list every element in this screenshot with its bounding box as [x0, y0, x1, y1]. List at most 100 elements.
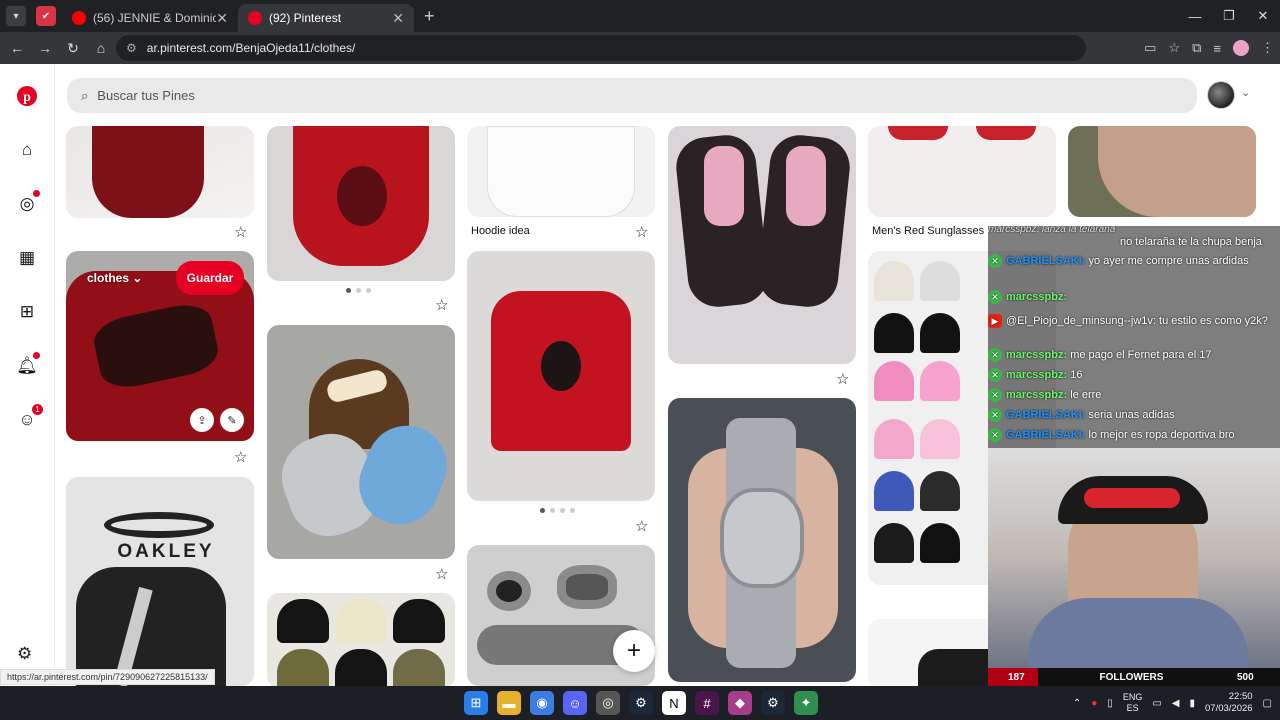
save-star-icon[interactable]: ☆ — [435, 565, 448, 583]
messages-icon[interactable]: ☺ 1 — [17, 404, 43, 430]
youtube-badge-icon: ▶ — [988, 314, 1002, 328]
tab-title: (56) JENNIE & Dominic Fike - Li — [93, 11, 217, 25]
followers-current: 187 — [988, 668, 1038, 686]
start-windows-icon[interactable]: ⊞ — [464, 691, 488, 715]
youtube-favicon-icon — [72, 11, 86, 25]
tab-youtube[interactable]: (56) JENNIE & Dominic Fike - Li ✕ — [62, 4, 238, 32]
chevron-down-icon[interactable]: ⌄ — [1241, 86, 1250, 99]
windows-taskbar: ⊞ ▬ ◉ ☺ ◎ ⚙ N # ◆ ⚙ ✦ ⌃ ● ▯ ENG ES ▭ ◀ ▮ … — [0, 686, 1280, 720]
browser-tab-strip: ▾ ✔ (56) JENNIE & Dominic Fike - Li ✕ (9… — [0, 0, 1280, 32]
followers-goal: 500 — [1237, 671, 1254, 683]
tray-app-icon[interactable]: ▯ — [1107, 698, 1113, 709]
new-tab-button[interactable]: + — [424, 6, 435, 27]
pin-image-print-beanies[interactable] — [267, 593, 455, 686]
mod-badge-icon: ✕ — [988, 254, 1002, 268]
extension-shield-icon[interactable]: ✔ — [36, 6, 56, 26]
steam-icon[interactable]: ⚙ — [629, 691, 653, 715]
save-button[interactable]: Guardar — [176, 261, 244, 295]
chat-reply-context: marcsspbz: lanza la telaraña — [988, 226, 1116, 235]
mod-badge-icon: ✕ — [988, 428, 1002, 442]
pin-image-oakley-jacket[interactable]: OAKLEY — [66, 477, 254, 686]
pin-image-red-sweater-spider[interactable] — [267, 126, 455, 281]
search-input[interactable]: ⌕ Buscar tus Pines — [67, 78, 1197, 113]
volume-icon[interactable]: ◀ — [1172, 698, 1180, 709]
explore-compass-icon[interactable]: ◎ — [17, 190, 40, 214]
create-icon[interactable]: ⊞ — [17, 302, 37, 322]
profile-avatar[interactable] — [1233, 40, 1249, 56]
add-pin-button[interactable]: + — [613, 630, 655, 672]
file-explorer-icon[interactable]: ▬ — [497, 691, 521, 715]
chat-reply-text: no telaraña te la chupa benja — [1120, 236, 1262, 248]
tab-title: (92) Pinterest — [269, 11, 342, 25]
site-settings-icon[interactable]: ⚙ — [126, 41, 137, 55]
pin-image-red-sunglasses[interactable] — [868, 126, 1056, 217]
save-star-icon[interactable]: ☆ — [836, 370, 849, 388]
close-tab-icon[interactable]: ✕ — [216, 10, 228, 27]
home-icon[interactable]: ⌂ — [17, 140, 37, 160]
cast-icon[interactable]: ▭ — [1144, 40, 1156, 56]
forward-icon[interactable]: → — [32, 40, 58, 56]
edit-pencil-icon[interactable]: ✎ — [220, 408, 244, 432]
close-window-button[interactable]: ✕ — [1246, 0, 1280, 32]
url-text: ar.pinterest.com/BenjaOjeda11/clothes/ — [146, 41, 356, 55]
address-bar[interactable]: ⚙ ar.pinterest.com/BenjaOjeda11/clothes/ — [116, 35, 1086, 61]
pin-image-hand-tattoo[interactable] — [1068, 126, 1256, 217]
messages-badge: 1 — [32, 404, 43, 415]
notification-dot — [33, 352, 40, 359]
notifications-bell-icon[interactable]: 🔔︎ — [16, 352, 40, 376]
toolbar-actions: ▭ ☆ ⧉ ≡ ⋮ — [1144, 32, 1274, 64]
app-icon[interactable]: ✦ — [794, 691, 818, 715]
save-star-icon[interactable]: ☆ — [234, 223, 247, 241]
steam-icon-2[interactable]: ⚙ — [761, 691, 785, 715]
settings-gear-icon[interactable]: ⚙ — [17, 644, 32, 664]
tab-search-button[interactable]: ▾ — [6, 6, 26, 26]
home-icon[interactable]: ⌂ — [88, 40, 114, 56]
pin-image-red-spider-sweater[interactable] — [467, 251, 655, 501]
obs-icon[interactable]: ◎ — [596, 691, 620, 715]
pinterest-sidebar: p ⌂ ◎ ▦ ⊞ 🔔︎ ☺ 1 — [0, 64, 55, 686]
chevron-up-icon[interactable]: ⌃ — [1073, 698, 1081, 709]
chrome-icon[interactable]: ◉ — [530, 691, 554, 715]
menu-kebab-icon[interactable]: ⋮ — [1261, 40, 1274, 56]
board-selector[interactable]: clothes ⌄ — [87, 271, 142, 285]
discord-icon[interactable]: ☺ — [563, 691, 587, 715]
slack-icon[interactable]: # — [695, 691, 719, 715]
save-star-icon[interactable]: ☆ — [435, 296, 448, 314]
back-icon[interactable]: ← — [4, 40, 30, 56]
minimize-button[interactable]: — — [1178, 0, 1212, 32]
restore-button[interactable]: ❐ — [1212, 0, 1246, 32]
pinterest-logo-icon[interactable]: p — [17, 86, 37, 106]
pin-image-white-hoodie[interactable] — [467, 126, 655, 217]
pin-image-red-hoodie[interactable] — [66, 126, 254, 218]
chat-message: ✕ marcsspbz: le erre — [988, 388, 1101, 402]
account-avatar[interactable] — [1207, 81, 1235, 109]
notion-icon[interactable]: N — [662, 691, 686, 715]
pin-image-beanies[interactable] — [267, 325, 455, 559]
close-tab-icon[interactable]: ✕ — [392, 10, 404, 27]
clock[interactable]: 22:50 07/03/2026 — [1205, 691, 1253, 715]
boards-icon[interactable]: ▦ — [17, 248, 37, 268]
microphone-icon[interactable]: ● — [1091, 698, 1097, 709]
carousel-dots — [346, 288, 371, 293]
bookmark-star-icon[interactable]: ☆ — [1168, 40, 1180, 56]
pin-title: Men's Red Sunglasses — [872, 225, 985, 237]
pin-image-pink-sneakers[interactable] — [668, 126, 856, 364]
share-icon[interactable]: ⇪ — [190, 408, 214, 432]
battery-icon[interactable]: ▮ — [1189, 698, 1195, 709]
media-queue-icon[interactable]: ≡ — [1213, 41, 1221, 56]
language-indicator[interactable]: ENG ES — [1123, 692, 1143, 714]
save-star-icon[interactable]: ☆ — [635, 517, 648, 535]
save-star-icon[interactable]: ☆ — [635, 223, 648, 241]
svg-text:p: p — [23, 90, 31, 105]
tab-pinterest[interactable]: (92) Pinterest ✕ — [238, 4, 414, 32]
network-icon[interactable]: ▭ — [1152, 698, 1161, 709]
save-star-icon[interactable]: ☆ — [234, 448, 247, 466]
pin-image-silver-watch[interactable] — [668, 398, 856, 682]
game-app-icon[interactable]: ◆ — [728, 691, 752, 715]
mod-badge-icon: ✕ — [988, 290, 1002, 304]
search-placeholder: Buscar tus Pines — [97, 88, 195, 103]
taskbar-apps: ⊞ ▬ ◉ ☺ ◎ ⚙ N # ◆ ⚙ ✦ — [464, 691, 818, 715]
notifications-icon[interactable]: ▢ — [1263, 698, 1272, 709]
extensions-puzzle-icon[interactable]: ⧉ — [1192, 40, 1201, 56]
reload-icon[interactable]: ↻ — [60, 40, 86, 57]
